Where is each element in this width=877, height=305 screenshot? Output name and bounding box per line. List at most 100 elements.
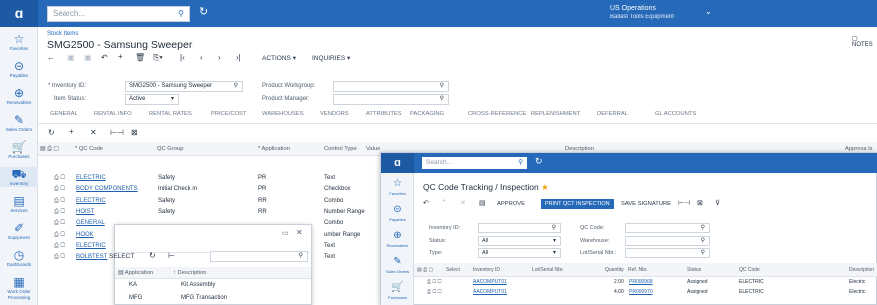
sidebar-item-payables[interactable]: ⊝ Payables — [0, 59, 38, 79]
col-select[interactable]: Select — [446, 267, 460, 273]
sidebar-item-payables[interactable]: ⊝ Payables — [381, 203, 414, 223]
prev-icon[interactable]: ‹ — [200, 53, 203, 62]
breadcrumb[interactable]: Stock Items — [47, 31, 78, 37]
col-description[interactable]: ↑ Description — [173, 270, 207, 276]
list-item-desc[interactable]: Kit Assembly — [181, 279, 215, 292]
manager-field[interactable]: ⚲ — [333, 94, 449, 105]
sidebar-item-purchases[interactable]: 🛒 Purchases — [381, 281, 414, 301]
add-row-icon[interactable]: + — [69, 127, 74, 136]
add-icon[interactable]: + — [118, 52, 123, 61]
search-icon[interactable]: ⚲ — [518, 157, 523, 168]
delete-row-icon[interactable]: ✕ — [90, 128, 97, 137]
col-value[interactable]: Value — [366, 146, 380, 152]
qc-code-link[interactable]: BOLBTEST — [76, 251, 107, 264]
sidebar-item-services[interactable]: ▤ Services — [0, 194, 38, 214]
inventory-id-link[interactable]: AACOMPUT01 — [473, 277, 507, 287]
sidebar-item-favorites[interactable]: ☆ Favorites — [0, 32, 38, 52]
sidebar-item-work-order-processing[interactable]: ▦ Work Order Processing — [0, 275, 38, 301]
inventory-id-link[interactable]: AACOMPUT01 — [473, 287, 507, 297]
tab-gl-accounts[interactable]: GL ACCOUNTS — [655, 111, 696, 117]
fit-columns-icon[interactable]: ⊢ — [168, 251, 175, 260]
list-item-desc[interactable]: MFG Transaction — [181, 292, 227, 305]
search-icon[interactable]: ⚲ — [701, 249, 705, 258]
fit-columns-icon[interactable]: ⊢⊣ — [678, 199, 690, 207]
tab-packaging[interactable]: PACKAGING — [410, 111, 444, 117]
col-control-type[interactable]: Control Type — [324, 146, 357, 152]
history-icon[interactable]: ↻ — [199, 5, 208, 18]
delete-icon[interactable]: 🗑 — [135, 53, 145, 62]
search-icon[interactable]: ⚲ — [178, 7, 184, 21]
warehouse-field[interactable]: ⚲ — [625, 236, 710, 246]
refresh-icon[interactable]: ↻ — [149, 251, 156, 260]
ref-nbr-link[interactable]: PR000970 — [629, 287, 653, 297]
search-icon[interactable]: ⚲ — [440, 82, 444, 91]
tab-rental-rates[interactable]: RENTAL RATES — [149, 111, 192, 117]
export-icon[interactable]: ⊠ — [131, 128, 138, 137]
approve-button[interactable]: APPROVE — [497, 201, 525, 207]
tab-vendors[interactable]: VENDORS — [320, 111, 349, 117]
search-input[interactable]: Search... ⚲ — [422, 157, 527, 169]
sidebar-item-receivables[interactable]: ⊕ Receivables — [381, 229, 414, 249]
col-description[interactable]: Description — [849, 267, 874, 273]
col-application[interactable]: * Application — [258, 146, 290, 152]
type-select[interactable]: All ▾ — [478, 248, 561, 258]
tab-warehouses[interactable]: WAREHOUSES — [262, 111, 304, 117]
col-qc-code[interactable]: QC Code — [739, 267, 760, 273]
sidebar-item-favorites[interactable]: ☆ Favorites — [381, 177, 414, 197]
col-qc-group[interactable]: QC Group — [157, 146, 183, 152]
back-button[interactable]: ← — [47, 53, 55, 62]
search-icon[interactable]: ⚲ — [440, 95, 444, 104]
fit-columns-icon[interactable]: ⊢⊣ — [110, 128, 124, 137]
tab-deferral[interactable]: DEFERRAL — [597, 111, 628, 117]
search-icon[interactable]: ⚲ — [299, 252, 303, 261]
tab-rental-info[interactable]: RENTAL INFO — [94, 111, 132, 117]
first-icon[interactable]: |‹ — [180, 53, 185, 62]
search-icon[interactable]: ⚲ — [701, 224, 705, 233]
clipboard-icon[interactable]: ▤ — [479, 199, 486, 207]
panel-search-input[interactable]: ⚲ — [210, 251, 308, 262]
tab-general[interactable]: GENERAL — [50, 111, 78, 117]
tab-price-cost[interactable]: PRICE/COST — [211, 111, 246, 117]
app-logo[interactable]: ɑ — [381, 153, 414, 173]
inventory-id-field[interactable]: SMG2500 - Samsung Sweeper ⚲ — [125, 81, 243, 92]
tab-attributes[interactable]: ATTRIBUTES — [366, 111, 402, 117]
close-icon[interactable]: ✕ — [296, 228, 303, 237]
select-button[interactable]: SELECT — [109, 253, 134, 260]
col-ref-nbr[interactable]: Ref. Nbr. — [628, 267, 648, 273]
workgroup-field[interactable]: ⚲ — [333, 81, 449, 92]
export-icon[interactable]: ⊠ — [697, 199, 703, 207]
sidebar-item-equipment[interactable]: ✐ Equipment — [0, 221, 38, 241]
col-inventory-id[interactable]: Inventory ID — [473, 267, 500, 273]
tab-cross-reference[interactable]: CROSS-REFERENCE — [468, 111, 526, 117]
search-icon[interactable]: ⚲ — [552, 224, 556, 232]
list-item-app[interactable]: MFG — [129, 292, 142, 305]
sidebar-item-sales-orders[interactable]: ✎ Sales Orders — [381, 255, 414, 275]
col-status[interactable]: Status — [687, 267, 701, 273]
status-select[interactable]: All ▾ — [478, 236, 561, 246]
next-icon[interactable]: › — [218, 53, 221, 62]
search-icon[interactable]: ⚲ — [701, 237, 705, 246]
search-icon[interactable]: ⚲ — [234, 82, 238, 91]
branch-selector[interactable]: US Operations Ballast Tools Equipment ⌄ — [610, 5, 712, 21]
copy-icon[interactable]: ⎘▾ — [153, 53, 163, 63]
sidebar-item-sales-orders[interactable]: ✎ Sales Orders — [0, 113, 38, 133]
col-quantity[interactable]: Quantity — [605, 267, 624, 273]
tab-replenishment[interactable]: REPLENISHMENT — [531, 111, 580, 117]
sidebar-item-purchases[interactable]: 🛒 Purchases — [0, 140, 38, 160]
col-application[interactable]: ▤ Application — [118, 270, 153, 276]
item-status-select[interactable]: Active ▾ — [125, 94, 179, 105]
save-icon[interactable]: ▣ — [67, 53, 75, 62]
inquiries-menu[interactable]: INQUIRIES ▾ — [312, 54, 350, 62]
add-icon[interactable]: + — [442, 198, 446, 205]
lot-serial-field[interactable]: ⚲ — [625, 248, 710, 258]
list-item-app[interactable]: KA — [129, 279, 137, 292]
save-close-icon[interactable]: ▣ — [84, 53, 92, 62]
history-icon[interactable]: ↻ — [535, 156, 543, 167]
print-qct-button[interactable]: PRINT QCT INSPECTION — [541, 199, 614, 209]
notes-button[interactable]: ▢ NOTES — [852, 35, 877, 48]
app-logo[interactable]: ɑ — [0, 0, 38, 27]
star-icon[interactable]: ★ — [541, 182, 549, 192]
undo-icon[interactable]: ↶ — [423, 199, 429, 207]
filter-icon[interactable]: ⊽ — [715, 199, 720, 207]
inventory-id-field[interactable]: ⚲ — [478, 223, 561, 233]
